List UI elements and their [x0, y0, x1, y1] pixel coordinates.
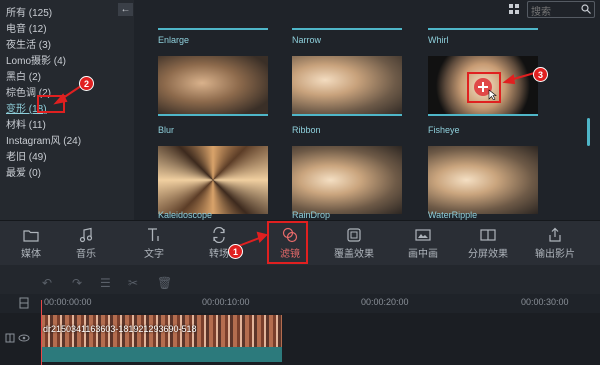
thumb-enlarge-bar — [158, 28, 268, 30]
timecode-2: 00:00:20:00 — [361, 297, 409, 307]
text-icon — [148, 228, 159, 241]
highlight-category-distortion — [37, 95, 65, 113]
effect-label-waterripple[interactable]: WaterRipple — [428, 210, 477, 220]
export-button[interactable]: 输出影片 — [533, 221, 577, 265]
thumb-waterripple[interactable] — [428, 146, 538, 214]
pip-button[interactable]: 画中画 — [405, 221, 441, 265]
overlay-icon — [347, 228, 361, 242]
thumb-raindrop[interactable] — [292, 146, 402, 214]
text-button[interactable]: 文字 — [141, 221, 167, 265]
effect-label-kaleidoscope[interactable]: Kaleidoscope — [158, 210, 212, 220]
search-input[interactable] — [528, 6, 581, 19]
thumb-blur[interactable] — [158, 56, 268, 116]
export-icon — [549, 227, 561, 242]
effect-label-blur[interactable]: Blur — [158, 125, 174, 135]
audio-waveform — [41, 347, 282, 362]
split-screen-button[interactable]: 分屏效果 — [466, 221, 510, 265]
overlay-label: 覆盖效果 — [334, 249, 374, 260]
step-badge-2: 2 — [79, 76, 94, 91]
effects-scrollbar[interactable] — [587, 118, 590, 146]
collapse-sidebar-button[interactable]: ← — [118, 3, 133, 16]
thumb-kaleidoscope[interactable] — [158, 146, 268, 214]
redo-icon[interactable]: ↷ — [72, 276, 82, 290]
text-label: 文字 — [144, 249, 164, 260]
music-note-icon — [79, 227, 93, 243]
export-label: 输出影片 — [535, 249, 575, 260]
transition-button[interactable]: 转场 — [206, 221, 232, 265]
category-lomo[interactable]: Lomo摄影 (4) — [6, 52, 66, 67]
picture-in-picture-icon — [415, 229, 431, 241]
category-favorites[interactable]: 最爱 (0) — [6, 164, 41, 179]
step-badge-3: 3 — [533, 67, 548, 82]
cut-icon[interactable]: ✂ — [128, 276, 138, 290]
undo-icon[interactable]: ↶ — [42, 276, 52, 290]
timecode-0: 00:00:00:00 — [44, 297, 92, 307]
thumb-ribbon-bar — [292, 114, 402, 116]
media-label: 媒体 — [21, 249, 41, 260]
category-instagram[interactable]: Instagram风 (24) — [6, 132, 81, 147]
effect-label-narrow[interactable]: Narrow — [292, 35, 321, 45]
split-screen-label: 分屏效果 — [468, 249, 508, 260]
category-material[interactable]: 材料 (11) — [6, 116, 46, 131]
transition-arrows-icon — [213, 227, 225, 243]
effect-label-ribbon[interactable]: Ribbon — [292, 125, 321, 135]
pip-label: 画中画 — [408, 249, 438, 260]
timecode-3: 00:00:30:00 — [521, 297, 569, 307]
music-button[interactable]: 音乐 — [73, 221, 99, 265]
highlight-add-effect — [467, 72, 501, 103]
playhead[interactable] — [41, 300, 42, 365]
thumb-blur-bar — [158, 114, 268, 116]
effect-label-whirl[interactable]: Whirl — [428, 35, 449, 45]
highlight-filter-button — [267, 221, 308, 264]
snap-icon[interactable] — [19, 297, 29, 309]
video-clip[interactable]: dr2150341163603-181921293690-518 — [41, 315, 282, 362]
thumb-fisheye-bar — [428, 114, 538, 116]
category-bw[interactable]: 黑白 (2) — [6, 68, 41, 83]
timeline-toolbar — [0, 265, 600, 297]
folder-icon — [23, 230, 39, 242]
clip-name: dr2150341163603-181921293690-518 — [43, 324, 197, 334]
step-badge-1: 1 — [228, 244, 243, 259]
overlay-button[interactable]: 覆盖效果 — [332, 221, 376, 265]
thumb-narrow-bar — [292, 28, 402, 30]
category-all[interactable]: 所有 (125) — [6, 4, 52, 19]
category-sidebar: 所有 (125) 电音 (12) 夜生活 (3) Lomo摄影 (4) 黑白 (… — [0, 0, 134, 220]
category-electro[interactable]: 电音 (12) — [6, 20, 47, 35]
effect-label-enlarge[interactable]: Enlarge — [158, 35, 189, 45]
split-screen-icon — [480, 229, 496, 241]
track-controls-icon[interactable] — [5, 333, 31, 343]
effect-label-raindrop[interactable]: RainDrop — [292, 210, 330, 220]
category-vintage[interactable]: 老旧 (49) — [6, 148, 47, 163]
effect-label-fisheye[interactable]: Fisheye — [428, 125, 460, 135]
search-icon[interactable] — [581, 4, 591, 14]
delete-icon[interactable]: 🗑 — [157, 276, 172, 290]
music-label: 音乐 — [76, 249, 96, 260]
grid-view-icon[interactable] — [509, 4, 519, 14]
search-box[interactable] — [527, 1, 595, 19]
timecode-1: 00:00:10:00 — [202, 297, 250, 307]
adjust-icon[interactable]: ☰ — [100, 276, 111, 290]
thumb-ribbon[interactable] — [292, 56, 402, 116]
category-nightlife[interactable]: 夜生活 (3) — [6, 36, 51, 51]
media-button[interactable]: 媒体 — [18, 221, 44, 265]
thumb-whirl-bar — [428, 28, 538, 30]
